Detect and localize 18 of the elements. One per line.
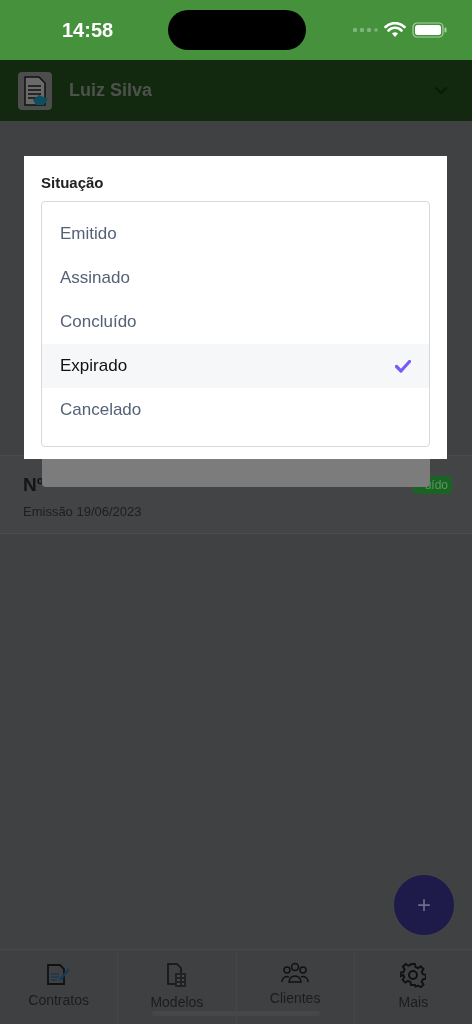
user-name: Luiz Silva (69, 80, 154, 101)
documents-icon (165, 962, 188, 988)
checkmark-icon (395, 359, 411, 373)
add-button[interactable]: + (394, 875, 454, 935)
wifi-icon (384, 22, 406, 38)
status-time: 14:58 (62, 18, 115, 42)
option-item[interactable]: Expirado (42, 344, 429, 388)
settings-icon (400, 962, 427, 988)
option-item[interactable]: Concluído (42, 300, 429, 344)
option-item[interactable]: Emitido (42, 212, 429, 256)
signal-icon (352, 27, 378, 33)
document-icon (18, 71, 52, 110)
battery-icon (412, 22, 448, 38)
dialog-title: Situação (41, 174, 105, 191)
people-icon (281, 962, 310, 984)
contract-icon (45, 962, 72, 986)
option-item[interactable]: Assinado (42, 256, 429, 300)
option-item[interactable]: Cancelado (42, 388, 429, 432)
